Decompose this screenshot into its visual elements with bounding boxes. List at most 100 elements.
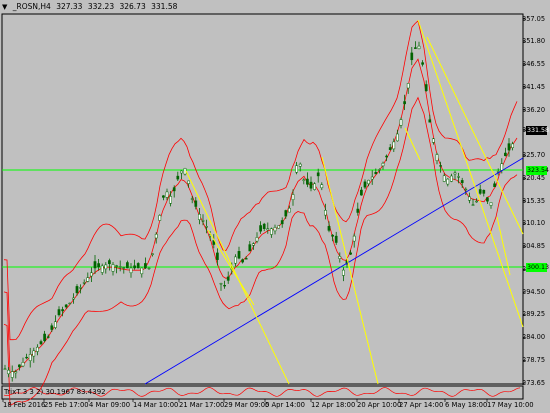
candle-body (237, 251, 241, 259)
candle-body (273, 227, 277, 232)
lower-level-tag: 300.13 (526, 263, 550, 272)
candle-body (25, 356, 28, 359)
candle-body (363, 181, 367, 188)
candle-body (338, 256, 342, 259)
candle-body (72, 297, 75, 300)
candle-body (478, 189, 482, 194)
candle-body (108, 260, 111, 265)
candle-body (144, 263, 147, 269)
time-tick-label: 25 Feb 17:00 (44, 401, 89, 409)
candle-body (39, 341, 43, 345)
price-tick-label: 273.65 (522, 378, 546, 387)
price-tick-label: 278.75 (522, 356, 546, 365)
price-chart[interactable] (0, 0, 550, 413)
candle-body (511, 143, 514, 148)
candle-body (399, 119, 403, 126)
candle-body (403, 101, 406, 105)
candle-body (115, 265, 118, 267)
candle-body (270, 228, 273, 235)
candle-body (356, 208, 360, 213)
candle-body (439, 165, 442, 167)
candle-body (414, 47, 417, 49)
indicator-label: TrixT 3 3 2) 30.1967 83.4392 (4, 388, 106, 396)
candle-body (464, 188, 468, 191)
candle-body (97, 263, 100, 268)
time-tick-label: 6 May 18:00 (445, 401, 488, 409)
candle-body (489, 202, 493, 206)
candle-body (424, 84, 428, 92)
candle-body (320, 184, 324, 189)
candle-body (244, 258, 248, 260)
candle-body (36, 346, 39, 352)
price-tick-label: 336.20 (522, 105, 546, 114)
time-tick-label: 21 Mar 17:00 (179, 401, 225, 409)
candle-body (241, 259, 244, 263)
candle-body (302, 179, 306, 181)
price-tick-label: 351.80 (522, 37, 546, 46)
candle-body (471, 204, 475, 206)
candle-body (442, 175, 446, 182)
price-tick-label: 341.45 (522, 82, 546, 91)
candle-body (205, 226, 208, 228)
candle-body (75, 286, 79, 294)
chart-header: ▼ _ROSN,H4 327.33 332.23 326.73 331.58 (0, 0, 180, 14)
candle-body (298, 163, 302, 167)
time-tick-label: 12 Apr 18:00 (311, 401, 356, 409)
candle-body (3, 368, 7, 370)
candle-body (61, 309, 64, 312)
candle-body (118, 266, 122, 268)
candle-body (396, 133, 399, 142)
candle-body (360, 189, 363, 196)
candle-body (295, 165, 298, 173)
candle-body (327, 226, 331, 231)
candle-body (198, 214, 201, 220)
candle-body (453, 172, 457, 175)
candle-body (421, 62, 424, 65)
candle-body (54, 321, 57, 328)
candle-body (234, 256, 237, 264)
candle-body (7, 369, 10, 375)
candle-body (306, 178, 309, 185)
time-tick-label: 20 Apr 10:00 (357, 401, 402, 409)
candle-body (507, 143, 511, 151)
high-value: 332.23 (87, 2, 115, 11)
price-tick-label: 325.70 (522, 151, 546, 160)
chart-background (0, 0, 550, 413)
price-tick-label: 357.05 (522, 14, 546, 23)
candle-body (262, 223, 266, 229)
time-tick-label: 17 May 10:00 (487, 401, 534, 409)
candle-body (104, 264, 108, 270)
candle-body (219, 283, 223, 285)
candle-body (309, 181, 313, 189)
candle-body (172, 187, 176, 192)
price-tick-label: 304.85 (522, 242, 546, 251)
candle-body (57, 309, 61, 316)
candle-body (82, 282, 86, 284)
candle-body (392, 141, 396, 150)
candle-body (385, 155, 388, 158)
candle-body (435, 154, 439, 161)
symbol-label: _ROSN,H4 (12, 2, 51, 11)
candle-body (316, 172, 320, 177)
candle-body (136, 263, 140, 269)
close-value: 331.58 (151, 2, 178, 11)
price-tick-label: 346.55 (522, 60, 546, 69)
candle-body (417, 45, 421, 50)
candle-body (111, 264, 115, 272)
candle-body (450, 175, 453, 182)
candle-body (79, 287, 82, 289)
candle-body (406, 83, 410, 89)
current-price-tag: 331.58 (526, 126, 550, 135)
candle-body (432, 138, 435, 143)
candle-body (468, 196, 471, 201)
price-tick-label: 294.50 (522, 287, 546, 296)
candle-body (46, 336, 50, 338)
triangle-down-icon[interactable]: ▼ (2, 0, 7, 14)
candle-body (378, 169, 381, 171)
low-value: 326.73 (119, 2, 146, 11)
candle-body (324, 210, 327, 216)
candle-body (86, 277, 90, 282)
candle-body (428, 119, 432, 123)
candle-body (126, 262, 129, 269)
candle-body (68, 302, 72, 305)
